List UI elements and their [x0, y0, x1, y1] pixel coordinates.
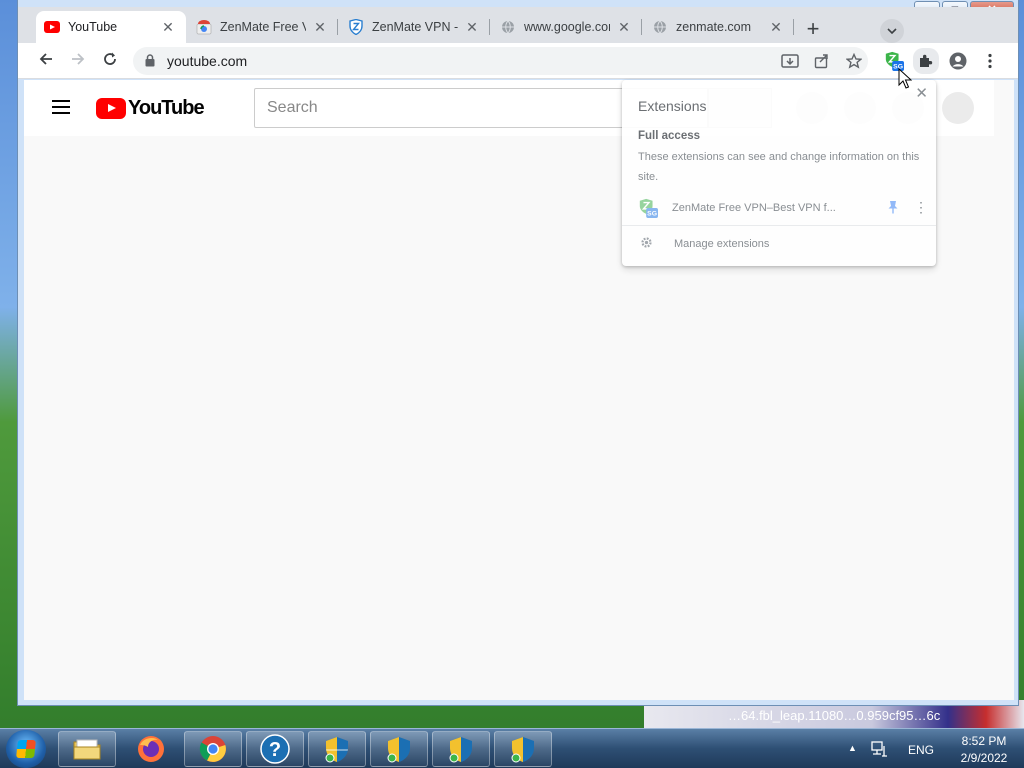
tab-title: YouTube	[68, 20, 118, 34]
tab-zenmate-com[interactable]: zenmate.com ✕	[644, 11, 794, 43]
popup-divider	[622, 225, 936, 226]
full-access-heading: Full access	[638, 130, 701, 142]
help-question-icon: ?	[260, 734, 290, 764]
tab-separator	[641, 19, 642, 35]
extension-badge-text: SG	[647, 211, 657, 218]
share-icon[interactable]	[812, 51, 832, 71]
arrow-right-icon	[72, 53, 85, 65]
avatar[interactable]	[942, 92, 974, 124]
extension-more-icon[interactable]: ⋮	[914, 198, 928, 216]
tab-close-icon[interactable]: ✕	[160, 19, 176, 36]
mouse-cursor-icon	[898, 67, 913, 93]
clock-time[interactable]: 8:52 PM	[952, 734, 1016, 748]
extension-name: ZenMate Free VPN–Best VPN f...	[672, 202, 836, 214]
security-shield-button[interactable]	[370, 731, 428, 767]
tab-youtube[interactable]: YouTube ✕	[36, 11, 186, 43]
extensions-puzzle-button[interactable]	[913, 48, 939, 74]
hamburger-menu-icon[interactable]	[52, 100, 70, 114]
tab-zenmate-webstore[interactable]: ZenMate Free VPN ✕	[188, 11, 338, 43]
language-indicator[interactable]: ENG	[908, 743, 934, 757]
pin-icon[interactable]	[888, 200, 898, 217]
popup-title: Extensions	[638, 98, 707, 114]
extension-row-zenmate[interactable]: SG ZenMate Free VPN–Best VPN f... ⋮	[638, 196, 928, 220]
chevron-down-icon	[887, 28, 897, 35]
tab-search-button[interactable]	[880, 19, 904, 43]
start-button[interactable]	[6, 730, 46, 768]
browser-toolbar: youtube.com SG	[18, 43, 1018, 79]
shield-icon	[511, 737, 534, 763]
arrow-left-icon	[39, 53, 52, 65]
tab-strip: YouTube ✕ ZenMate Free VPN ✕ ZenMate VPN…	[18, 7, 1018, 43]
address-bar[interactable]: youtube.com	[133, 47, 868, 75]
menu-kebab-icon[interactable]	[980, 51, 1000, 71]
tab-close-icon[interactable]: ✕	[312, 19, 328, 36]
youtube-icon	[44, 19, 60, 35]
puzzle-icon	[920, 54, 933, 67]
tab-title: zenmate.com	[676, 20, 752, 34]
globe-icon	[500, 19, 516, 35]
chrome-icon	[199, 736, 226, 762]
reload-button[interactable]	[98, 49, 122, 73]
svg-text:?: ?	[269, 739, 281, 761]
help-button[interactable]: ?	[246, 731, 304, 767]
firefox-icon	[138, 736, 164, 762]
security-shield-button[interactable]	[432, 731, 490, 767]
new-tab-button[interactable]: +	[800, 17, 826, 43]
shield-icon	[325, 737, 348, 763]
tab-zenmate-vpn[interactable]: ZenMate VPN - # ✕	[340, 11, 490, 43]
close-icon[interactable]: ✕	[915, 84, 928, 102]
tab-google[interactable]: www.google.com ✕	[492, 11, 642, 43]
security-shield-button[interactable]	[308, 731, 366, 767]
tab-close-icon[interactable]: ✕	[616, 19, 632, 36]
globe-icon	[652, 19, 668, 35]
bookmark-star-icon[interactable]	[844, 51, 864, 71]
tab-separator	[337, 19, 338, 35]
tab-close-icon[interactable]: ✕	[464, 19, 480, 36]
youtube-wordmark: YouTube	[128, 97, 205, 119]
firefox-button[interactable]	[122, 731, 180, 767]
manage-extensions-link[interactable]: Manage extensions	[638, 236, 769, 252]
reload-icon	[104, 52, 116, 65]
shield-icon	[387, 737, 410, 763]
tab-close-icon[interactable]: ✕	[768, 19, 784, 36]
chrome-button[interactable]	[184, 731, 242, 767]
chrome-webstore-icon	[196, 19, 212, 35]
profile-icon[interactable]	[948, 51, 968, 71]
background-window-text: …64.fbl_leap.11080…0.959cf95…6c	[728, 708, 941, 723]
full-access-description: These extensions can see and change info…	[638, 151, 920, 183]
file-explorer-button[interactable]	[58, 731, 116, 767]
tab-separator	[793, 19, 794, 35]
folder-icon	[73, 739, 101, 760]
extensions-popup: Extensions ✕ Full access These extension…	[622, 80, 936, 266]
tab-title: ZenMate Free VPN	[220, 20, 306, 34]
system-tray: ▲ ENG 8:52 PM 2/9/2022	[844, 729, 1024, 768]
network-icon[interactable]	[870, 740, 888, 761]
gear-icon	[638, 236, 654, 252]
zenmate-shield-icon	[348, 19, 364, 35]
manage-extensions-label: Manage extensions	[674, 238, 770, 250]
show-hidden-icons-icon[interactable]: ▲	[848, 743, 857, 753]
lock-icon[interactable]	[145, 54, 155, 70]
zenmate-extension-icon: SG	[639, 198, 658, 218]
youtube-logo[interactable]: YouTube	[96, 97, 205, 120]
tab-title: ZenMate VPN - #	[372, 20, 458, 34]
url-text[interactable]: youtube.com	[167, 53, 247, 69]
forward-button[interactable]	[66, 49, 90, 73]
install-app-icon[interactable]	[780, 51, 800, 71]
shield-icon	[449, 737, 472, 763]
windows-taskbar: ? ▲ ENG 8:52 PM 2/9/2022	[0, 728, 1024, 768]
tab-title: www.google.com	[524, 20, 610, 34]
back-button[interactable]	[34, 49, 58, 73]
tab-separator	[489, 19, 490, 35]
youtube-play-icon	[96, 98, 126, 119]
security-shield-button[interactable]	[494, 731, 552, 767]
clock-date[interactable]: 2/9/2022	[952, 751, 1016, 765]
